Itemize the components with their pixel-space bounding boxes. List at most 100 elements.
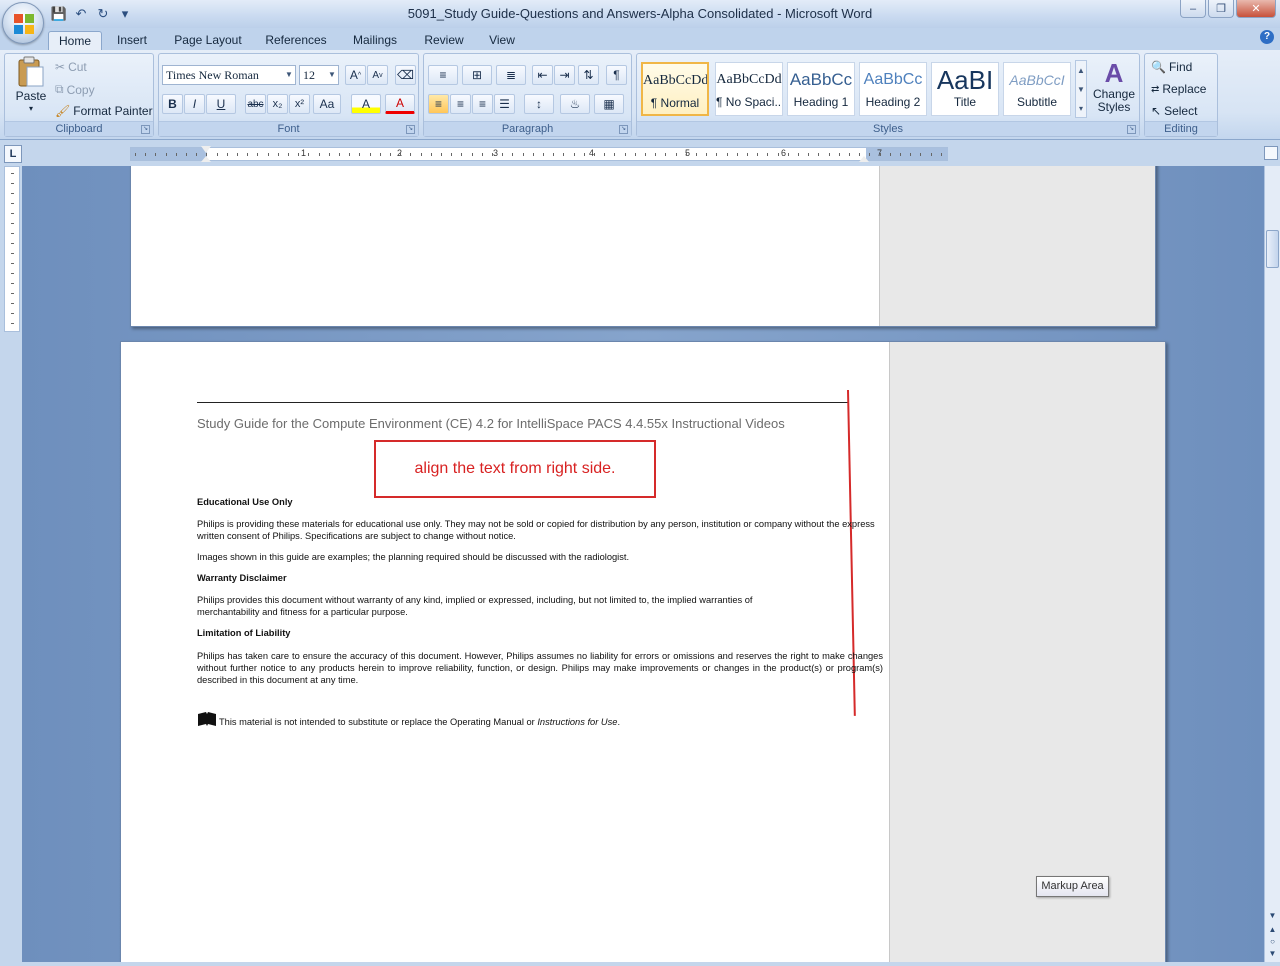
ruler-tick — [206, 153, 208, 156]
clipboard-launcher-icon[interactable]: ↘ — [141, 125, 150, 134]
heading-warranty[interactable]: Warranty Disclaimer — [197, 573, 287, 583]
current-page[interactable]: Study Guide for the Compute Environment … — [120, 341, 1166, 962]
close-button[interactable]: ✕ — [1236, 0, 1276, 18]
horizontal-ruler[interactable]: 1 2 3 4 5 6 7 — [130, 146, 948, 162]
multilevel-list-icon[interactable]: ≣ — [496, 65, 526, 85]
vertical-ruler[interactable] — [4, 166, 20, 332]
document-area[interactable]: Study Guide for the Compute Environment … — [22, 166, 1264, 962]
change-case-button[interactable]: Aa — [313, 94, 341, 114]
show-formatting-icon[interactable]: ¶ — [606, 65, 627, 85]
tab-mailings[interactable]: Mailings — [346, 31, 404, 51]
right-indent-marker[interactable] — [859, 156, 869, 162]
ribbon-tabs: Home Insert Page Layout References Maili… — [0, 28, 1280, 51]
font-launcher-icon[interactable]: ↘ — [406, 125, 415, 134]
vertical-scrollbar[interactable]: ▼ ▲ ○ ▼ — [1264, 166, 1280, 962]
cut-button[interactable]: ✂ Cut — [55, 60, 87, 74]
paragraph-images[interactable]: Images shown in this guide are examples;… — [197, 551, 883, 563]
ruler-tick — [318, 153, 320, 156]
subscript-button[interactable]: x₂ — [267, 94, 288, 114]
minimize-button[interactable]: – — [1180, 0, 1206, 18]
heading-educational-use[interactable]: Educational Use Only — [197, 497, 293, 507]
ruler-tick — [11, 243, 14, 244]
first-line-indent-marker[interactable] — [201, 146, 211, 153]
view-ruler-icon[interactable] — [1264, 146, 1278, 160]
ruler-tick — [308, 153, 310, 156]
line-spacing-icon[interactable]: ↕ — [524, 94, 554, 114]
decrease-indent-icon[interactable]: ⇤ — [532, 65, 553, 85]
highlight-button[interactable]: A — [351, 94, 381, 114]
change-styles-button[interactable]: A Change Styles — [1091, 58, 1137, 114]
annotation-callout[interactable]: align the text from right side. — [374, 440, 656, 498]
tab-home[interactable]: Home — [48, 31, 102, 51]
justify-icon[interactable]: ☰ — [494, 94, 515, 114]
office-button[interactable] — [2, 2, 44, 44]
shading-icon[interactable]: ♨ — [560, 94, 590, 114]
align-center-icon[interactable]: ≡ — [450, 94, 471, 114]
strikethrough-button[interactable]: abc — [245, 94, 266, 114]
style-heading-1[interactable]: AaBbCc Heading 1 — [787, 62, 855, 116]
align-left-icon[interactable]: ≡ — [428, 94, 449, 114]
ruler-tick — [11, 293, 14, 294]
style-heading-2[interactable]: AaBbCc Heading 2 — [859, 62, 927, 116]
style-subtitle[interactable]: AaBbCcI Subtitle — [1003, 62, 1071, 116]
next-page-icon[interactable]: ▼ — [1266, 948, 1279, 960]
paragraph-warranty[interactable]: Philips provides this document without w… — [197, 594, 809, 618]
scroll-thumb[interactable] — [1266, 230, 1279, 268]
hanging-indent-marker[interactable] — [201, 156, 211, 162]
superscript-button[interactable]: x² — [289, 94, 310, 114]
font-size-combo[interactable]: 12 ▼ — [299, 65, 339, 85]
font-color-button[interactable]: A — [385, 94, 415, 114]
ruler-tick — [818, 153, 820, 156]
underline-button[interactable]: U — [206, 94, 236, 114]
tab-view[interactable]: View — [482, 31, 522, 51]
bold-button[interactable]: B — [162, 94, 183, 114]
align-right-icon[interactable]: ≡ — [472, 94, 493, 114]
sort-icon[interactable]: ⇅ — [578, 65, 599, 85]
chevron-down-icon[interactable]: ▼ — [326, 66, 338, 84]
numbering-icon[interactable]: ⊞ — [462, 65, 492, 85]
maximize-button[interactable]: ❐ — [1208, 0, 1234, 18]
style-normal[interactable]: AaBbCcDd ¶ Normal — [641, 62, 709, 116]
paragraph-educational[interactable]: Philips is providing these materials for… — [197, 518, 883, 542]
paragraph-launcher-icon[interactable]: ↘ — [619, 125, 628, 134]
tab-page-layout[interactable]: Page Layout — [170, 31, 246, 51]
copy-button[interactable]: ⧉ Copy — [55, 82, 95, 97]
tab-selector[interactable]: L — [4, 145, 22, 163]
grow-font-icon[interactable]: A ^ — [345, 65, 366, 85]
style-name: Heading 1 — [793, 95, 849, 109]
shrink-font-icon[interactable]: Av — [367, 65, 388, 85]
window-title: 5091_Study Guide-Questions and Answers-A… — [407, 6, 873, 21]
tab-insert[interactable]: Insert — [110, 31, 154, 51]
paste-button[interactable]: Paste ▾ — [11, 56, 51, 116]
browse-object-icon[interactable]: ○ — [1266, 936, 1279, 948]
styles-scroll[interactable]: ▲ ▼ ▾ — [1075, 60, 1087, 118]
ruler-tick — [298, 153, 300, 156]
font-name-combo[interactable]: Times New Roman ▼ — [162, 65, 296, 85]
clear-formatting-icon[interactable]: ⌫ — [395, 65, 416, 85]
previous-page[interactable] — [130, 166, 1156, 327]
chevron-down-icon[interactable]: ▼ — [283, 66, 295, 84]
format-painter-button[interactable]: 🖌 Format Painter — [55, 104, 153, 118]
style-title[interactable]: AaBI Title — [931, 62, 999, 116]
previous-page-icon[interactable]: ▲ — [1266, 924, 1279, 936]
paste-dropdown-icon[interactable]: ▾ — [29, 104, 33, 113]
style-sample: AaBbCcI — [1009, 72, 1065, 88]
bullets-icon[interactable]: ≡ — [428, 65, 458, 85]
replace-button[interactable]: ⇄ Replace — [1151, 82, 1206, 96]
scroll-down-icon[interactable]: ▼ — [1266, 910, 1279, 922]
find-button[interactable]: 🔍 Find — [1151, 60, 1192, 74]
italic-button[interactable]: I — [184, 94, 205, 114]
styles-launcher-icon[interactable]: ↘ — [1127, 125, 1136, 134]
increase-indent-icon[interactable]: ⇥ — [554, 65, 575, 85]
document-header[interactable]: Study Guide for the Compute Environment … — [197, 416, 785, 431]
style-no-spacing[interactable]: AaBbCcDd ¶ No Spaci... — [715, 62, 783, 116]
heading-liability[interactable]: Limitation of Liability — [197, 628, 290, 638]
operating-manual-note[interactable]: This material is not intended to substit… — [219, 717, 620, 727]
select-button[interactable]: ↖ Select — [1151, 104, 1197, 118]
paragraph-liability[interactable]: Philips has taken care to ensure the acc… — [197, 650, 883, 686]
help-icon[interactable]: ? — [1260, 30, 1274, 44]
ruler-tick — [267, 153, 269, 156]
tab-review[interactable]: Review — [418, 31, 470, 51]
tab-references[interactable]: References — [260, 31, 332, 51]
borders-icon[interactable]: ▦ — [594, 94, 624, 114]
